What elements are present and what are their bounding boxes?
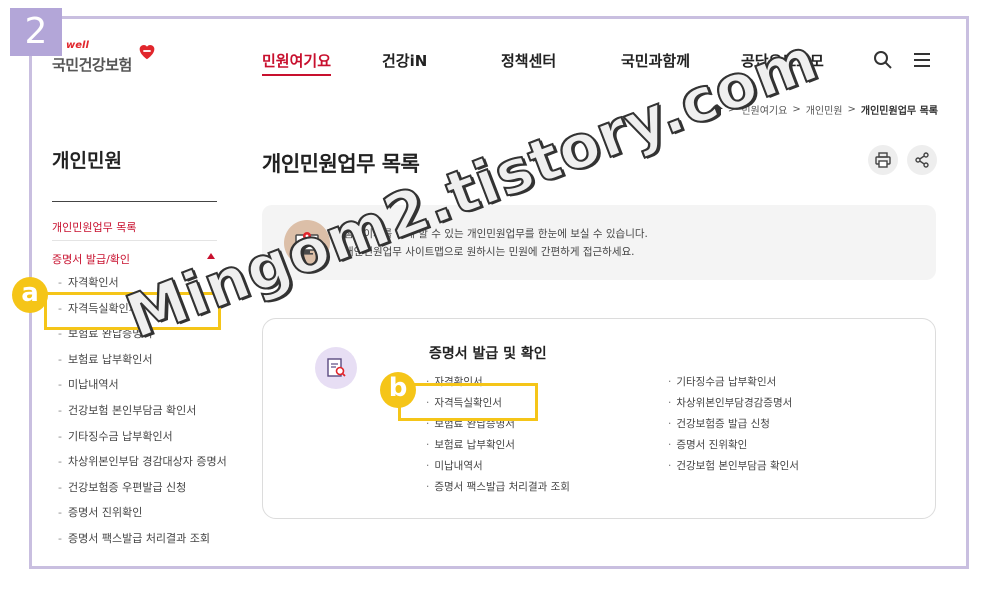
annotation-badge-a: a	[12, 277, 48, 313]
home-icon[interactable]	[710, 104, 723, 115]
card-link[interactable]: 건강보험증 발급 신청	[668, 416, 799, 437]
share-button[interactable]	[907, 145, 937, 175]
info-text: 홈페이지를 통해 할 수 있는 개인민원업무를 한눈에 보실 수 있습니다. 개…	[344, 225, 648, 261]
breadcrumb-sep-icon: >	[792, 104, 801, 115]
breadcrumb-current: 개인민원업무 목록	[860, 106, 938, 117]
step-badge: 2	[10, 8, 62, 56]
sidebar-group-label: 증명서 발급/확인	[52, 253, 131, 266]
sidebar-subitem[interactable]: 건강보험증 우편발급 신청	[58, 479, 227, 505]
card-link[interactable]: 보험료 납부확인서	[426, 437, 570, 458]
main-nav: 민원여기요 건강iN 정책센터 국민과함께 공단요모조모	[0, 50, 996, 76]
card-link[interactable]: 건강보험 본인부담금 확인서	[668, 458, 799, 479]
nav-item-policy-center[interactable]: 정책센터	[501, 50, 556, 71]
certificate-card: 증명서 발급 및 확인 자격확인서 자격득실확인서 보험료 완납증명서 보험료 …	[262, 318, 936, 519]
sidebar-subitem[interactable]: 미납내역서	[58, 376, 227, 402]
card-link[interactable]: 증명서 팩스발급 처리결과 조회	[426, 479, 570, 500]
sidebar-subitem[interactable]: 증명서 진위확인	[58, 504, 227, 530]
annotation-badge-b: b	[380, 372, 416, 408]
sidebar-subitem[interactable]: 증명서 팩스발급 처리결과 조회	[58, 530, 227, 556]
sidebar-subitem[interactable]: 보험료 납부확인서	[58, 351, 227, 377]
search-icon[interactable]	[873, 50, 893, 70]
card-link[interactable]: 증명서 진위확인	[668, 437, 799, 458]
sidebar-divider	[52, 201, 217, 202]
breadcrumb-sep-icon: >	[727, 104, 737, 115]
card-list-right: 기타징수금 납부확인서 차상위본인부담경감증명서 건강보험증 발급 신청 증명서…	[668, 374, 799, 479]
info-banner: 홈페이지를 통해 할 수 있는 개인민원업무를 한눈에 보실 수 있습니다. 개…	[262, 205, 936, 280]
card-link[interactable]: 차상위본인부담경감증명서	[668, 395, 799, 416]
page-title: 개인민원업무 목록	[262, 152, 420, 176]
breadcrumb-item[interactable]: 개인민원	[806, 102, 843, 117]
card-link[interactable]: 기타징수금 납부확인서	[668, 374, 799, 395]
print-icon	[875, 152, 891, 168]
nav-item-about[interactable]: 공단요모조모	[741, 50, 824, 71]
card-title: 증명서 발급 및 확인	[429, 346, 547, 362]
info-line: 개인민원업무 사이트맵으로 원하시는 민원에 간편하게 접근하세요.	[344, 246, 635, 258]
highlight-box-b	[398, 383, 538, 421]
card-icon-circle	[315, 347, 357, 389]
menu-icon[interactable]	[912, 50, 932, 70]
caret-up-icon	[207, 253, 215, 259]
nav-item-with-people[interactable]: 국민과함께	[621, 50, 690, 71]
card-link[interactable]: 미납내역서	[426, 458, 570, 479]
info-line: 홈페이지를 통해 할 수 있는 개인민원업무를 한눈에 보실 수 있습니다.	[344, 228, 648, 240]
sidebar-group-certificates[interactable]: 증명서 발급/확인	[52, 251, 217, 267]
sidebar-subitem[interactable]: 차상위본인부담 경감대상자 증명서	[58, 453, 227, 479]
nav-item-health-in[interactable]: 건강iN	[382, 50, 427, 71]
sidebar-title: 개인민원	[52, 150, 122, 172]
breadcrumb-item[interactable]: 민원여기요	[741, 102, 787, 117]
sidebar-item-list[interactable]: 개인민원업무 목록	[52, 219, 136, 235]
sidebar-divider	[52, 240, 217, 241]
document-search-icon	[327, 358, 346, 377]
share-icon	[915, 152, 929, 168]
highlight-box-a	[44, 292, 221, 330]
breadcrumb: > 민원여기요 > 개인민원 > 개인민원업무 목록	[710, 102, 938, 117]
sidebar-subitem[interactable]: 기타징수금 납부확인서	[58, 428, 227, 454]
breadcrumb-sep-icon: >	[847, 104, 856, 115]
nav-item-complaints[interactable]: 민원여기요	[262, 50, 332, 76]
monitor-location-icon	[295, 232, 319, 255]
sidebar-subitem[interactable]: 건강보험 본인부담금 확인서	[58, 402, 227, 428]
print-button[interactable]	[868, 145, 898, 175]
info-icon-circle	[284, 220, 330, 266]
